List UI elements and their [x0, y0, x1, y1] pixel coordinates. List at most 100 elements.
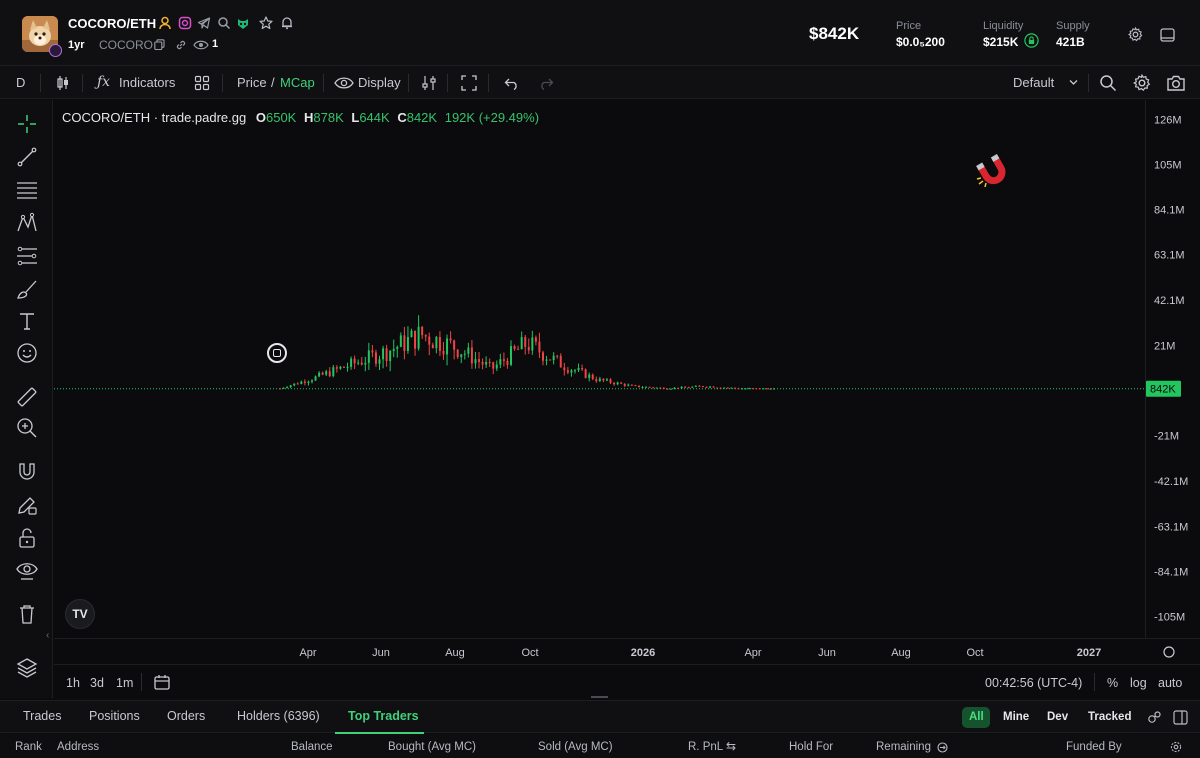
display-button[interactable]: Display: [358, 75, 401, 90]
tab-top-traders[interactable]: Top Traders: [348, 709, 419, 723]
candle-body: [659, 387, 662, 389]
range-1h-button[interactable]: 1h: [66, 676, 80, 690]
sliders-icon[interactable]: [421, 75, 437, 91]
expand-panel-icon[interactable]: [1173, 710, 1188, 725]
instagram-icon[interactable]: [178, 16, 192, 30]
magnet-tool-icon[interactable]: [16, 461, 38, 483]
camera-icon[interactable]: [1166, 74, 1186, 92]
settings-icon[interactable]: [1128, 27, 1143, 42]
log-toggle[interactable]: log: [1130, 676, 1147, 690]
pattern-icon[interactable]: [16, 212, 38, 234]
filter-tracked[interactable]: Tracked: [1088, 711, 1131, 723]
undo-icon[interactable]: [504, 76, 520, 90]
fullscreen-icon[interactable]: [461, 75, 477, 91]
candle-body: [709, 386, 712, 388]
horizontal-lines-icon[interactable]: [16, 179, 38, 201]
col-address[interactable]: Address: [57, 741, 99, 753]
col-remaining[interactable]: Remaining: [876, 741, 931, 753]
tab-positions[interactable]: Positions: [89, 709, 140, 723]
col-realized-pnl[interactable]: R. PnL: [688, 741, 723, 753]
owl-icon[interactable]: [236, 16, 250, 30]
auto-toggle[interactable]: auto: [1158, 676, 1182, 690]
display-eye-icon[interactable]: [334, 76, 354, 90]
divider: [82, 74, 83, 92]
interval-button[interactable]: D: [16, 75, 25, 90]
chevron-down-icon[interactable]: [1069, 79, 1078, 86]
indicators-icon[interactable]: ƒx: [97, 74, 110, 90]
lock-drawing-pencil-icon[interactable]: [16, 494, 38, 516]
watcher-count: 1: [212, 38, 219, 50]
clock-timezone[interactable]: 00:42:56 (UTC-4): [985, 676, 1082, 690]
col-rank[interactable]: Rank: [15, 741, 42, 753]
candle-body: [371, 350, 374, 353]
visibility-icon[interactable]: [16, 559, 38, 581]
trash-icon[interactable]: [16, 603, 38, 625]
mcap-toggle[interactable]: MCap: [280, 75, 315, 90]
time-axis[interactable]: Apr Jun Aug Oct 2026 Apr Jun Aug Oct 2027: [54, 638, 1200, 664]
trend-line-icon[interactable]: [16, 146, 38, 168]
candle-body: [520, 337, 523, 350]
brush-icon[interactable]: [16, 278, 38, 300]
filter-mine[interactable]: Mine: [1003, 711, 1029, 723]
event-marker-icon[interactable]: [267, 343, 287, 363]
range-3d-button[interactable]: 3d: [90, 676, 104, 690]
collapse-rail-icon[interactable]: ‹: [46, 630, 49, 641]
price-toggle[interactable]: Price: [237, 75, 267, 90]
search-icon[interactable]: [217, 16, 231, 30]
candle-body: [677, 387, 680, 389]
unlock-icon[interactable]: [16, 527, 38, 549]
candle-body: [687, 387, 690, 389]
crosshair-icon[interactable]: [16, 113, 38, 135]
divider: [447, 74, 448, 92]
candle-body: [630, 384, 633, 386]
indicators-button[interactable]: Indicators: [119, 75, 175, 90]
price-tick-label: 63.1M: [1154, 250, 1185, 262]
dev-user-icon[interactable]: [158, 16, 172, 30]
link-icon[interactable]: [175, 39, 187, 51]
tab-holders[interactable]: Holders (6396): [237, 709, 320, 723]
remaining-toggle-icon[interactable]: [937, 742, 948, 753]
table-settings-icon[interactable]: [1170, 741, 1182, 753]
gear-icon[interactable]: [1133, 74, 1151, 92]
percent-toggle[interactable]: %: [1107, 676, 1118, 690]
layers-icon[interactable]: [16, 657, 38, 679]
copy-icon[interactable]: [154, 39, 165, 50]
templates-icon[interactable]: [194, 75, 210, 91]
col-balance[interactable]: Balance: [291, 741, 333, 753]
time-axis-settings-icon[interactable]: [1163, 646, 1175, 658]
filter-dev[interactable]: Dev: [1047, 711, 1068, 723]
tab-orders[interactable]: Orders: [167, 709, 205, 723]
panel-toggle-icon[interactable]: [1160, 28, 1175, 42]
price-tick-label: 21M: [1154, 340, 1175, 352]
tradingview-logo[interactable]: TV: [65, 599, 95, 629]
date-range-icon[interactable]: [153, 674, 171, 691]
zoom-in-icon[interactable]: [16, 417, 38, 439]
candle-body: [314, 376, 317, 381]
emoji-icon[interactable]: [16, 342, 38, 364]
col-bought[interactable]: Bought (Avg MC): [388, 741, 476, 753]
candle-body: [481, 361, 484, 365]
col-sold[interactable]: Sold (Avg MC): [538, 741, 613, 753]
swap-sort-icon[interactable]: ⇆: [726, 739, 736, 753]
layout-select[interactable]: Default: [1013, 75, 1054, 90]
candle-body: [342, 366, 345, 368]
text-tool-icon[interactable]: [16, 310, 38, 332]
search-icon[interactable]: [1099, 74, 1117, 92]
price-axis[interactable]: 126M 105M 84.1M 63.1M 42.1M 21M -21M -42.1M -63.…: [1145, 100, 1200, 638]
bubble-map-icon[interactable]: [1147, 710, 1162, 725]
fib-tool-icon[interactable]: [16, 245, 38, 267]
range-1m-button[interactable]: 1m: [116, 676, 133, 690]
chain-badge-icon: [49, 44, 62, 57]
col-funded-by[interactable]: Funded By: [1066, 741, 1122, 753]
resize-handle[interactable]: [591, 696, 608, 698]
filter-all[interactable]: All: [969, 711, 984, 723]
col-hold-for[interactable]: Hold For: [789, 741, 833, 753]
telegram-icon[interactable]: [197, 16, 211, 30]
candle-body: [662, 387, 665, 389]
star-icon[interactable]: [259, 16, 273, 30]
ruler-icon[interactable]: [16, 386, 38, 408]
redo-icon[interactable]: [538, 76, 554, 90]
candles-icon[interactable]: [55, 75, 71, 91]
tab-trades[interactable]: Trades: [23, 709, 61, 723]
bell-plus-icon[interactable]: [280, 16, 294, 30]
